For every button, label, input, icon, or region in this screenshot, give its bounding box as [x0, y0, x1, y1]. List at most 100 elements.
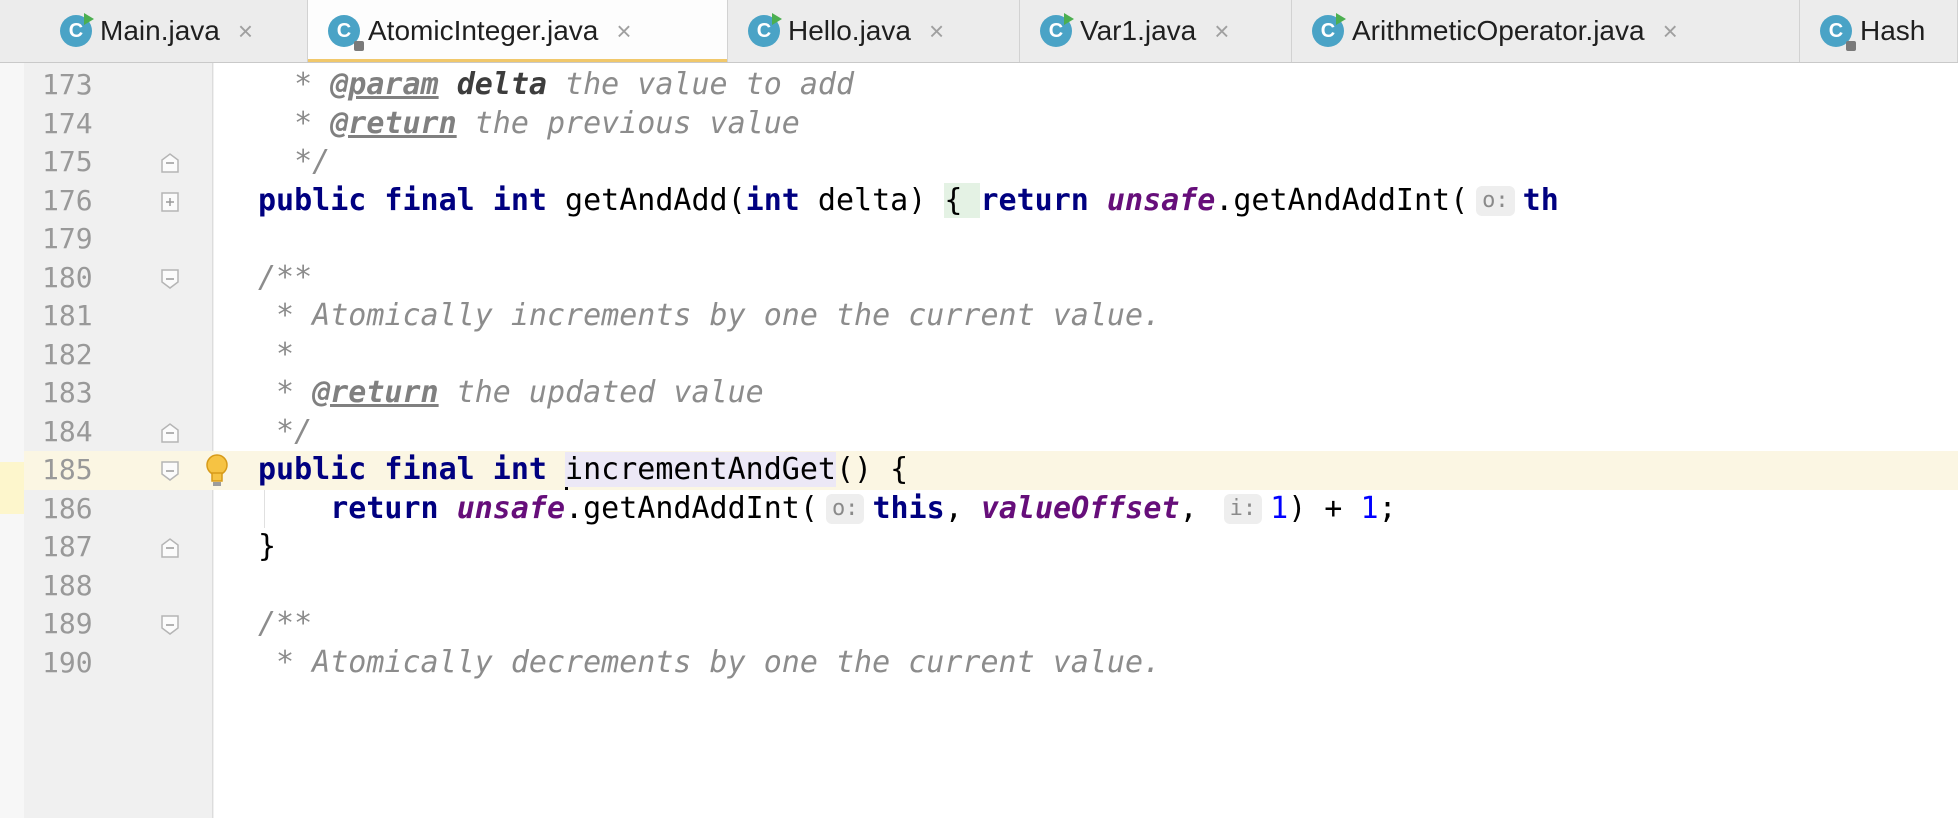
line-number: 175	[42, 145, 93, 178]
code-token: return	[258, 490, 457, 526]
code-token: unsafe	[456, 490, 566, 526]
tab-var1-java[interactable]: C Var1.java ×	[1020, 0, 1292, 62]
line-number: 184	[42, 414, 93, 448]
code-token: getAndAdd(	[565, 182, 746, 218]
run-icon	[772, 13, 782, 25]
editor-tab-bar: C Main.java × C AtomicInteger.java × C Hello.ja…	[0, 0, 1958, 63]
code-line[interactable]: 183 * @return the updated value	[24, 374, 1958, 413]
tab-main-java[interactable]: C Main.java ×	[40, 0, 308, 62]
code-line[interactable]: 184 */	[24, 413, 1958, 452]
code-token: 1	[1270, 490, 1289, 526]
code-text[interactable]: /**	[258, 259, 312, 298]
close-tab-icon[interactable]: ×	[616, 16, 631, 47]
highlighted-identifier: incrementAndGet	[565, 452, 836, 487]
fold-marker-icon[interactable]	[160, 191, 180, 213]
parameter-hint: o:	[1476, 186, 1515, 216]
folded-brace: {	[944, 182, 981, 218]
code-token: the value to add	[547, 67, 855, 102]
code-line[interactable]: 189 /**	[24, 605, 1958, 644]
code-line[interactable]: 182 *	[24, 336, 1958, 375]
code-token: return	[980, 182, 1107, 218]
code-token: /**	[258, 606, 313, 641]
fold-marker-icon[interactable]	[160, 152, 180, 174]
code-line[interactable]: 173 * @param delta the value to add	[24, 66, 1958, 105]
code-line[interactable]: 181 * Atomically increments by one the c…	[24, 297, 1958, 336]
code-text[interactable]: /**	[258, 605, 312, 644]
code-text[interactable]: * Atomically decrements by one the curre…	[258, 644, 1161, 683]
code-text[interactable]: *	[258, 336, 294, 375]
code-text[interactable]: * @param delta the value to add	[258, 66, 854, 105]
close-tab-icon[interactable]: ×	[1214, 16, 1229, 47]
code-token: *	[258, 67, 331, 102]
code-token: the previous value	[456, 105, 800, 141]
lock-icon	[1846, 41, 1856, 51]
line-number: 186	[42, 491, 93, 525]
line-number: 185	[42, 453, 93, 486]
code-line[interactable]: 190 * Atomically decrements by one the c…	[24, 644, 1958, 683]
code-text[interactable]: public final int incrementAndGet() {	[258, 451, 908, 490]
code-token: *	[258, 375, 313, 410]
line-number: 187	[42, 530, 93, 563]
code-token: delta)	[817, 182, 945, 218]
code-token: public final int	[258, 182, 566, 218]
code-text[interactable]: return unsafe.getAndAddInt(o: this, value…	[258, 490, 1396, 529]
java-class-icon: C	[60, 13, 94, 47]
fold-marker-icon[interactable]	[160, 422, 180, 444]
code-token: * Atomically decrements by one the curre…	[258, 644, 1162, 680]
tab-label: Hello.java	[788, 15, 911, 46]
code-token: the updated value	[438, 375, 764, 410]
java-class-icon: C	[748, 13, 782, 47]
tab-arithmeticoperator-java[interactable]: C ArithmeticOperator.java ×	[1292, 0, 1800, 62]
code-text[interactable]: }	[258, 528, 276, 567]
tab-label: ArithmeticOperator.java	[1352, 15, 1645, 46]
code-text[interactable]: * @return the updated value	[258, 374, 764, 413]
code-token: * Atomically increments by one the curre…	[258, 298, 1162, 333]
code-token: 1	[1360, 490, 1379, 526]
code-text[interactable]: * @return the previous value	[258, 105, 800, 144]
code-text[interactable]: public final int getAndAdd(int delta) { …	[258, 182, 1559, 221]
code-line[interactable]: 180 /**	[24, 259, 1958, 298]
code-text[interactable]: */	[258, 413, 312, 452]
code-token: */	[258, 144, 331, 179]
line-number: 181	[42, 299, 93, 332]
fold-marker-icon[interactable]	[160, 460, 180, 482]
code-token: .getAndAddInt(	[1215, 182, 1469, 218]
fold-marker-icon[interactable]	[160, 537, 180, 559]
run-icon	[1336, 13, 1346, 25]
close-tab-icon[interactable]: ×	[1663, 16, 1678, 47]
line-number: 174	[42, 106, 93, 140]
line-number: 182	[42, 337, 93, 371]
close-tab-icon[interactable]: ×	[238, 16, 253, 47]
code-token: unsafe	[1106, 182, 1216, 218]
code-line[interactable]: 185 public final int incrementAndGet() {	[24, 451, 1958, 490]
parameter-hint: i:	[1223, 494, 1263, 524]
code-token: }	[258, 529, 277, 564]
code-line[interactable]: 179	[24, 220, 1958, 259]
code-line[interactable]: 174 * @return the previous value	[24, 105, 1958, 144]
code-text[interactable]: * Atomically increments by one the curre…	[258, 297, 1161, 336]
line-number: 189	[42, 607, 93, 640]
line-number: 180	[42, 260, 93, 294]
line-number: 183	[42, 376, 93, 409]
code-text[interactable]: */	[258, 143, 330, 182]
code-line[interactable]: 188	[24, 567, 1958, 606]
code-token: ,	[1179, 490, 1216, 526]
java-class-icon: C	[328, 15, 364, 51]
code-line[interactable]: 176 public final int getAndAdd(int delta)…	[24, 182, 1958, 221]
tab-atomicinteger-java[interactable]: C AtomicInteger.java ×	[308, 0, 728, 62]
tab-label: Hash	[1860, 15, 1926, 46]
fold-marker-icon[interactable]	[160, 268, 180, 290]
java-class-icon: C	[1312, 13, 1346, 47]
line-number: 176	[42, 183, 93, 217]
code-line[interactable]: 175 */	[24, 143, 1958, 182]
code-token: valueOffset	[980, 490, 1180, 526]
java-class-icon: C	[1040, 13, 1074, 47]
close-tab-icon[interactable]: ×	[929, 16, 944, 47]
tab-label: Var1.java	[1080, 15, 1197, 46]
fold-marker-icon[interactable]	[160, 614, 180, 636]
tab-hello-java[interactable]: C Hello.java ×	[728, 0, 1020, 62]
tab-hash[interactable]: C Hash	[1800, 0, 1958, 62]
intention-lightbulb-icon[interactable]	[204, 453, 230, 489]
code-line[interactable]: 186 return unsafe.getAndAddInt(o: this, v…	[24, 489, 1958, 529]
code-line[interactable]: 187}	[24, 528, 1958, 567]
